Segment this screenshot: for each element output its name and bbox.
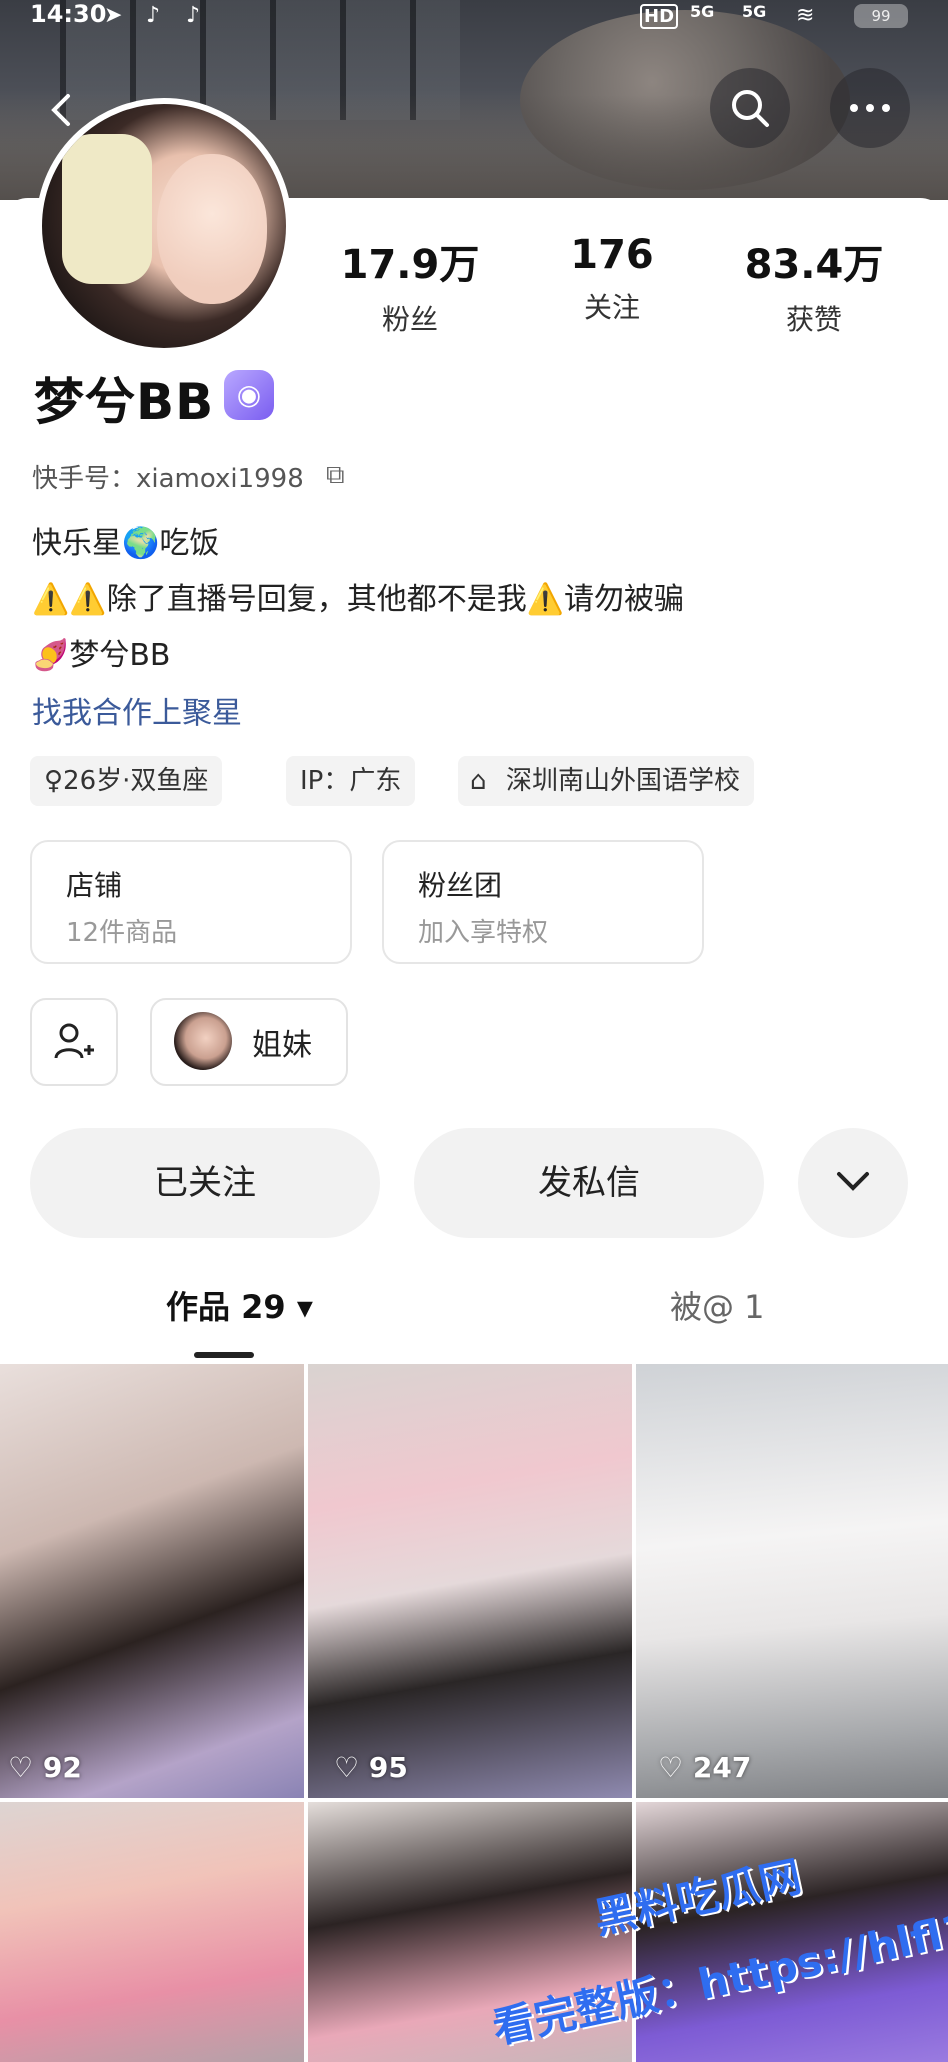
bio-line: 快乐星🌍吃饭 (32, 526, 220, 561)
stat-following[interactable]: 176 关注 (512, 232, 712, 326)
signal-5g-label: 5G (742, 2, 767, 21)
more-options-button[interactable] (830, 68, 910, 148)
stat-label: 粉丝 (381, 303, 438, 336)
telegram-icon: ➤ (104, 3, 123, 28)
fanclub-card[interactable]: 粉丝团 加入享特权 (382, 840, 704, 964)
bio-line: ⚠️⚠️除了直播号回复，其他都不是我⚠️请勿被骗 (32, 582, 685, 617)
fanclub-subtitle: 加入享特权 (418, 918, 549, 948)
stat-likes[interactable]: 83.4万 获赞 (714, 232, 914, 338)
signal-5g-label: 5G (690, 2, 715, 21)
shop-subtitle: 12件商品 (66, 918, 178, 948)
tab-mentions[interactable]: 被@ 1 (670, 1282, 765, 1328)
shop-card[interactable]: 店铺 12件商品 (30, 840, 352, 964)
stat-value: 83.4万 (744, 242, 884, 288)
post-likes: ♡ 92 (8, 1751, 82, 1784)
hd-icon: HD (640, 4, 679, 29)
profile-avatar[interactable] (36, 98, 292, 354)
profile-name: 梦兮BB (34, 373, 215, 431)
fanclub-title: 粉丝团 (418, 869, 503, 902)
battery-indicator: 99 (854, 4, 908, 28)
post-tile[interactable] (0, 1802, 304, 2062)
school-icon: ⌂ (470, 766, 487, 796)
bio-line: 🍠梦兮BB (32, 638, 171, 673)
post-tile[interactable]: ♡ 92 (0, 1364, 304, 1798)
shop-title: 店铺 (66, 869, 123, 902)
copy-icon[interactable]: ⧉ (326, 460, 345, 491)
post-likes: ♡ 247 (658, 1751, 752, 1784)
school-tag[interactable]: ⌂ 深圳南山外国语学校 (458, 756, 755, 806)
verified-badge-icon[interactable]: ◉ (224, 370, 274, 420)
followed-button[interactable]: 已关注 (30, 1128, 380, 1238)
search-button[interactable] (710, 68, 790, 148)
cooperation-link[interactable]: 找我合作上聚星 (32, 688, 242, 732)
stat-label: 关注 (583, 291, 640, 324)
more-dots-icon (850, 104, 890, 112)
status-bar: 14:30 ➤ ♪ ♪ HD 5G 5G ≋ 99 (0, 0, 948, 34)
send-message-button[interactable]: 发私信 (414, 1128, 764, 1238)
stat-value: 17.9万 (340, 242, 480, 288)
tab-underline (194, 1352, 254, 1358)
chevron-down-icon (837, 1172, 869, 1191)
tab-works[interactable]: 作品 29 ▾ (166, 1282, 313, 1328)
ip-tag: IP：广东 (286, 756, 416, 806)
tiktok-icon: ♪ (186, 3, 201, 28)
add-friend-button[interactable] (30, 998, 118, 1086)
post-likes: ♡ 95 (334, 1751, 408, 1784)
add-user-icon (54, 1023, 94, 1059)
expand-button[interactable] (798, 1128, 908, 1238)
wifi-icon: ≋ (796, 3, 815, 28)
post-tile[interactable]: ♡ 247 (636, 1364, 948, 1798)
search-icon (732, 90, 769, 127)
age-tag: ♀26岁·双鱼座 (30, 756, 223, 806)
stat-label: 获赞 (785, 303, 842, 336)
tiktok-icon: ♪ (146, 3, 161, 28)
chevron-left-icon (51, 94, 70, 126)
sister-relation-chip[interactable]: 姐妹 (150, 998, 348, 1086)
sister-avatar (174, 1012, 232, 1070)
school-label: 深圳南山外国语学校 (506, 766, 741, 796)
post-tile[interactable]: ♡ 95 (308, 1364, 632, 1798)
stat-value: 176 (570, 232, 654, 278)
stat-followers[interactable]: 17.9万 粉丝 (310, 232, 510, 338)
sister-label: 姐妹 (252, 1028, 312, 1063)
status-time: 14:30 (30, 0, 107, 28)
kuaishou-id: 快手号：xiamoxi1998 (32, 464, 304, 494)
